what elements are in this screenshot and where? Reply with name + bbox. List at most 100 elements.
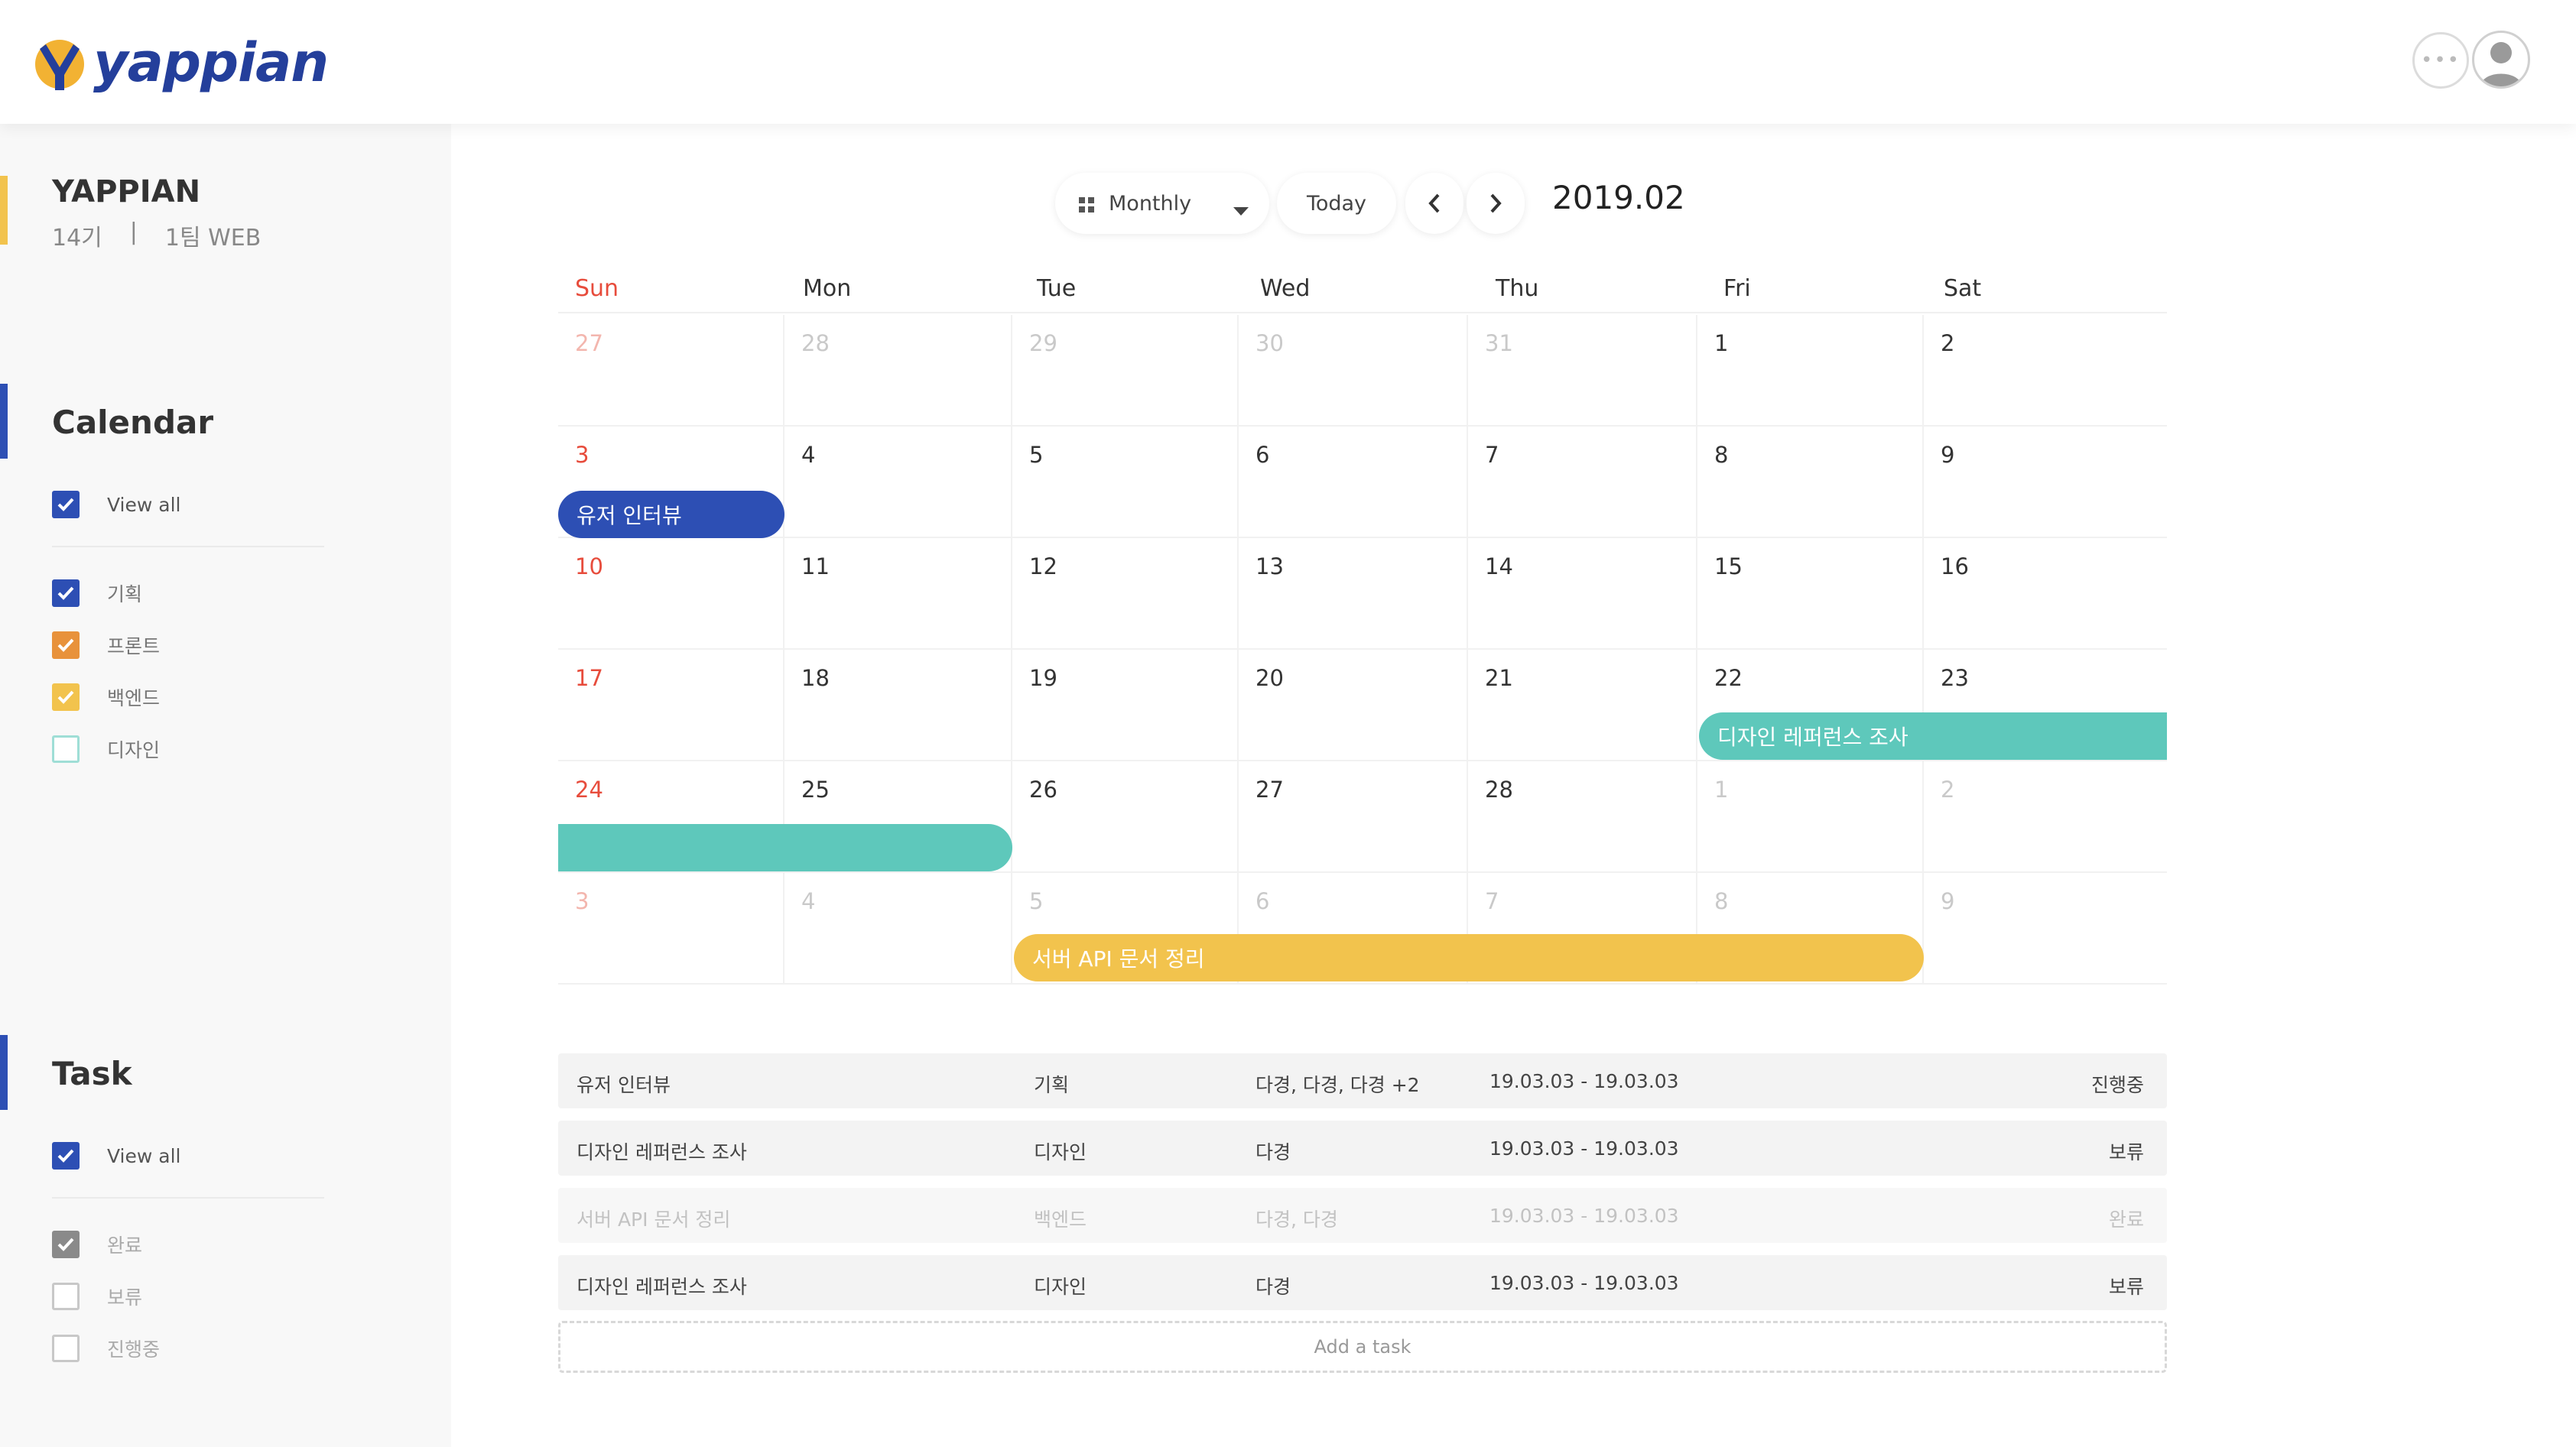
day-number: 2	[1941, 330, 1955, 356]
filter-label: 완료	[107, 1234, 143, 1257]
day-number: 3	[575, 442, 590, 468]
calendar-day-cell[interactable]: 17	[558, 650, 784, 761]
task-row[interactable]: 유저 인터뷰 기획 다경, 다경, 다경 +2 19.03.03 - 19.03…	[558, 1053, 2167, 1108]
calendar-day-cell[interactable]: 1	[1697, 315, 1924, 427]
task-row[interactable]: 디자인 레퍼런스 조사 디자인 다경 19.03.03 - 19.03.03 보…	[558, 1255, 2167, 1310]
filter-hold[interactable]: 보류	[52, 1281, 142, 1312]
day-number: 19	[1029, 665, 1057, 691]
calendar-day-cell[interactable]: 31	[1468, 315, 1697, 427]
calendar-day-cell[interactable]: 7	[1468, 427, 1697, 538]
day-number: 8	[1714, 888, 1729, 914]
task-row[interactable]: 디자인 레퍼런스 조사 디자인 다경 19.03.03 - 19.03.03 보…	[558, 1121, 2167, 1176]
task-section-title: Task	[52, 1055, 132, 1092]
filter-label: 프론트	[107, 635, 161, 657]
checkbox-unchecked[interactable]	[52, 1335, 80, 1362]
event-server-api-doc[interactable]: 서버 API 문서 정리	[1014, 934, 1924, 981]
weekday-header: Sun Mon Tue Wed Thu Fri Sat	[558, 260, 2167, 313]
chevron-left-icon[interactable]	[1405, 173, 1463, 234]
calendar-day-cell[interactable]: 12	[1012, 538, 1239, 650]
day-number: 25	[801, 777, 830, 803]
calendar-day-cell[interactable]: 11	[784, 538, 1012, 650]
day-number: 5	[1029, 888, 1044, 914]
checkbox-unchecked[interactable]	[52, 735, 80, 763]
calendar-day-cell[interactable]: 3	[558, 873, 784, 985]
checkbox-checked[interactable]	[52, 1142, 80, 1170]
more-icon[interactable]: •••	[2412, 32, 2469, 89]
filter-done[interactable]: 완료	[52, 1229, 142, 1260]
user-avatar-icon[interactable]	[2472, 31, 2530, 89]
day-number: 1	[1714, 777, 1729, 803]
calendar-day-cell[interactable]: 5	[1012, 427, 1239, 538]
task-status: 보류	[2108, 1276, 2144, 1298]
calendar-day-cell[interactable]: 6	[1239, 427, 1468, 538]
calendar-day-cell[interactable]: 27	[1239, 761, 1468, 873]
day-number: 16	[1941, 553, 1969, 579]
filter-frontend[interactable]: 프론트	[52, 630, 160, 660]
task-row[interactable]: 서버 API 문서 정리 백엔드 다경, 다경 19.03.03 - 19.03…	[558, 1188, 2167, 1243]
calendar-day-cell[interactable]: 4	[784, 427, 1012, 538]
calendar-day-cell[interactable]: 4	[784, 873, 1012, 985]
task-title: 디자인 레퍼런스 조사	[577, 1141, 747, 1163]
calendar-day-cell[interactable]: 10	[558, 538, 784, 650]
checkbox-checked[interactable]	[52, 631, 80, 659]
calendar-day-cell[interactable]: 28	[784, 315, 1012, 427]
calendar-day-cell[interactable]: 14	[1468, 538, 1697, 650]
calendar-day-cell[interactable]: 26	[1012, 761, 1239, 873]
checkbox-checked[interactable]	[52, 579, 80, 607]
task-title: 서버 API 문서 정리	[577, 1209, 731, 1231]
filter-planning[interactable]: 기획	[52, 578, 142, 608]
calendar-day-cell[interactable]: 8	[1697, 427, 1924, 538]
checkbox-unchecked[interactable]	[52, 1283, 80, 1310]
filter-backend[interactable]: 백엔드	[52, 682, 160, 712]
day-number: 27	[575, 330, 603, 356]
task-members: 다경, 다경	[1256, 1209, 1338, 1231]
filter-design[interactable]: 디자인	[52, 734, 160, 764]
task-status: 보류	[2108, 1141, 2144, 1163]
calendar-view-all[interactable]: View all	[52, 489, 180, 520]
day-number: 31	[1485, 330, 1513, 356]
event-design-reference[interactable]: 디자인 레퍼런스 조사	[1699, 712, 2167, 760]
day-number: 1	[1714, 330, 1729, 356]
day-number: 4	[801, 888, 816, 914]
calendar-day-cell[interactable]: 9	[1924, 427, 2167, 538]
app-logo[interactable]: yappian	[31, 31, 329, 95]
chevron-right-icon[interactable]	[1467, 173, 1525, 234]
filter-in-progress[interactable]: 진행중	[52, 1333, 160, 1364]
event-user-interview[interactable]: 유저 인터뷰	[558, 491, 784, 538]
task-members: 다경	[1256, 1141, 1291, 1163]
view-select[interactable]: Monthly	[1055, 173, 1269, 234]
task-members: 다경	[1256, 1276, 1291, 1298]
calendar-day-cell[interactable]: 29	[1012, 315, 1239, 427]
calendar-day-cell[interactable]: 30	[1239, 315, 1468, 427]
today-button[interactable]: Today	[1277, 173, 1396, 234]
view-all-label: View all	[107, 493, 181, 516]
task-view-all[interactable]: View all	[52, 1140, 180, 1171]
top-header: yappian •••	[0, 0, 2576, 124]
calendar-day-cell[interactable]: 2	[1924, 761, 2167, 873]
calendar-day-cell[interactable]: 9	[1924, 873, 2167, 985]
calendar-day-cell[interactable]: 21	[1468, 650, 1697, 761]
weekday-sat: Sat	[1944, 275, 1982, 302]
calendar-day-cell[interactable]: 15	[1697, 538, 1924, 650]
calendar-day-cell[interactable]: 16	[1924, 538, 2167, 650]
calendar-day-cell[interactable]: 27	[558, 315, 784, 427]
event-design-reference-cont[interactable]	[558, 824, 1012, 871]
calendar-accent	[0, 384, 8, 459]
task-accent	[0, 1035, 8, 1110]
calendar-day-cell[interactable]: 28	[1468, 761, 1697, 873]
day-number: 24	[575, 777, 603, 803]
calendar-day-cell[interactable]: 2	[1924, 315, 2167, 427]
calendar-day-cell[interactable]: 18	[784, 650, 1012, 761]
task-period: 19.03.03 - 19.03.03	[1489, 1205, 1679, 1227]
checkbox-checked[interactable]	[52, 491, 80, 518]
calendar-day-cell[interactable]: 13	[1239, 538, 1468, 650]
checkbox-checked[interactable]	[52, 683, 80, 711]
calendar-day-cell[interactable]: 1	[1697, 761, 1924, 873]
calendar-day-cell[interactable]: 20	[1239, 650, 1468, 761]
weekday-sun: Sun	[575, 275, 619, 302]
calendar-day-cell[interactable]: 19	[1012, 650, 1239, 761]
checkbox-checked[interactable]	[52, 1231, 80, 1258]
day-number: 2	[1941, 777, 1955, 803]
add-task-button[interactable]: Add a task	[558, 1321, 2167, 1373]
sidebar: YAPPIAN 14기 | 1팀 WEB Calendar View all 기…	[0, 124, 451, 1447]
